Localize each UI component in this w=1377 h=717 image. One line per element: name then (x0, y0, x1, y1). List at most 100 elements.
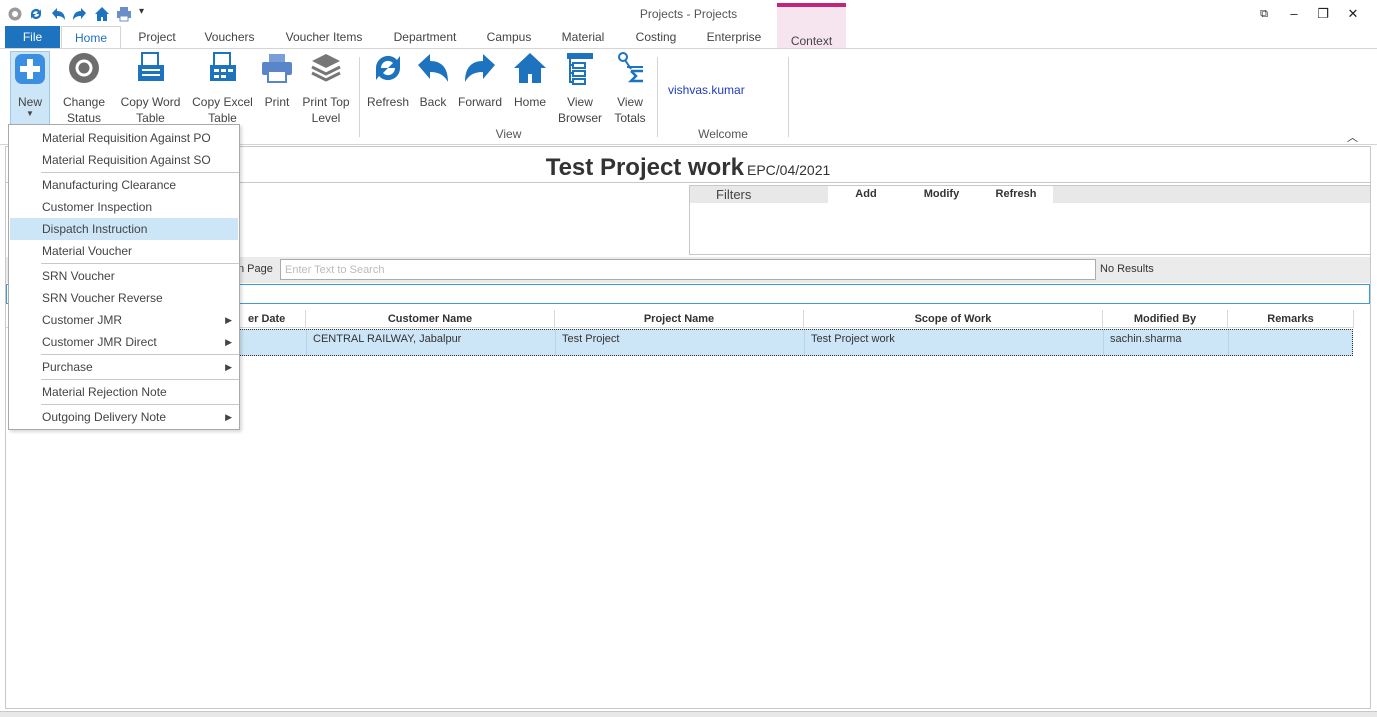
copy-excel-table-label: Copy Excel Table (192, 95, 253, 125)
ribbon-group-view-label: View (495, 127, 522, 141)
filter-modify-button[interactable]: Modify (904, 186, 979, 203)
menu-item-manufacturing-clearance[interactable]: Manufacturing Clearance (10, 174, 238, 196)
view-totals-button[interactable]: View Totals (609, 51, 651, 126)
print-top-level-button[interactable]: Print Top Level (299, 51, 353, 126)
horizontal-scrollbar[interactable] (0, 711, 1377, 717)
ribbon-separator (657, 57, 658, 137)
refresh-button[interactable]: Refresh (366, 51, 410, 110)
search-status: No Results (1100, 263, 1154, 275)
search-label: n Page (238, 263, 273, 275)
view-browser-label: View Browser (557, 95, 602, 125)
tab-material[interactable]: Material (550, 26, 616, 49)
submenu-arrow-icon: ▶ (225, 337, 232, 347)
copy-excel-icon (209, 52, 236, 81)
copy-excel-table-button[interactable]: Copy Excel Table (190, 51, 255, 126)
column-header-customer-name[interactable]: Customer Name (306, 310, 555, 328)
search-input[interactable] (280, 259, 1096, 280)
new-label: New (17, 95, 42, 109)
menu-item-customer-inspection[interactable]: Customer Inspection (10, 196, 238, 218)
menu-item-srn-voucher-reverse[interactable]: SRN Voucher Reverse (10, 287, 238, 309)
home-button[interactable]: Home (510, 51, 550, 110)
minimize-button[interactable]: – (1281, 4, 1307, 24)
menu-item-dispatch-instruction[interactable]: Dispatch Instruction (10, 218, 238, 240)
tab-enterprise[interactable]: Enterprise (696, 26, 772, 49)
menu-item-material-rejection-note[interactable]: Material Rejection Note (10, 381, 238, 403)
menu-item-material-voucher[interactable]: Material Voucher (10, 240, 238, 262)
column-header-project-name[interactable]: Project Name (555, 310, 804, 328)
cell-scope-of-work: Test Project work (811, 333, 895, 345)
new-dropdown-icon: ▼ (26, 109, 34, 118)
tab-context[interactable]: Context (777, 3, 846, 49)
menu-separator (41, 172, 239, 173)
filters-label: Filters (716, 187, 752, 202)
filters-header: Filters Add Modify Refresh (690, 186, 1370, 203)
copy-word-icon (137, 52, 164, 81)
ribbon-group-welcome-label: Welcome (698, 127, 748, 141)
cell-project-name: Test Project (562, 333, 620, 345)
view-browser-button[interactable]: View Browser (556, 51, 604, 126)
menu-separator (41, 263, 239, 264)
home-icon (514, 53, 546, 83)
menu-separator (41, 404, 239, 405)
back-button[interactable]: Back (415, 51, 451, 110)
tab-costing[interactable]: Costing (624, 26, 688, 49)
submenu-arrow-icon: ▶ (225, 412, 232, 422)
refresh-icon (375, 55, 401, 81)
cell-divider (804, 330, 805, 355)
view-totals-label: View Totals (614, 95, 646, 125)
menu-item-purchase[interactable]: Purchase ▶ (10, 356, 238, 378)
tab-project[interactable]: Project (126, 26, 188, 49)
printer-icon (262, 54, 292, 83)
tab-voucher-items[interactable]: Voucher Items (275, 26, 373, 49)
back-label: Back (419, 95, 447, 109)
back-arrow-icon (418, 54, 448, 82)
cell-customer-name: CENTRAL RAILWAY, Jabalpur (313, 333, 462, 345)
filter-add-button[interactable]: Add (828, 186, 904, 203)
new-dropdown-menu: Material Requisition Against PO Material… (8, 124, 240, 430)
collapse-ribbon-icon[interactable]: ︿ (1347, 129, 1358, 145)
project-code: EPC/04/2021 (746, 162, 831, 178)
cell-divider (306, 330, 307, 355)
menu-item-customer-jmr-direct[interactable]: Customer JMR Direct ▶ (10, 331, 238, 353)
menu-item-customer-jmr[interactable]: Customer JMR ▶ (10, 309, 238, 331)
menu-item-outgoing-delivery-note[interactable]: Outgoing Delivery Note ▶ (10, 406, 238, 428)
copy-word-table-label: Copy Word Table (120, 95, 181, 125)
menu-item-srn-voucher[interactable]: SRN Voucher (10, 265, 238, 287)
submenu-arrow-icon: ▶ (225, 315, 232, 325)
cell-divider (1103, 330, 1104, 355)
forward-button[interactable]: Forward (455, 51, 505, 110)
change-status-label: Change Status (62, 95, 106, 125)
ribbon-tab-bar: File Home Project Vouchers Voucher Items… (0, 3, 1377, 50)
title-bar: ▾ Projects - Projects ⧉ – ❐ ✕ (0, 0, 1377, 28)
column-header-remarks[interactable]: Remarks (1228, 310, 1354, 328)
submenu-arrow-icon: ▶ (225, 362, 232, 372)
cell-divider (555, 330, 556, 355)
status-icon (69, 53, 99, 83)
tab-department[interactable]: Department (380, 26, 470, 49)
column-header-scope-of-work[interactable]: Scope of Work (804, 310, 1103, 328)
copy-word-table-button[interactable]: Copy Word Table (118, 51, 183, 126)
forward-label: Forward (457, 95, 502, 109)
menu-item-material-requisition-so[interactable]: Material Requisition Against SO (10, 149, 238, 171)
tab-home[interactable]: Home (61, 26, 121, 50)
menu-item-material-requisition-po[interactable]: Material Requisition Against PO (10, 127, 238, 149)
close-button[interactable]: ✕ (1340, 4, 1366, 24)
tab-file[interactable]: File (5, 26, 60, 49)
restore-button[interactable]: ❐ (1310, 4, 1336, 24)
new-button[interactable]: New ▼ (10, 51, 50, 126)
print-button[interactable]: Print (259, 51, 295, 110)
tab-vouchers[interactable]: Vouchers (192, 26, 267, 49)
tab-campus[interactable]: Campus (478, 26, 540, 49)
change-status-button[interactable]: Change Status (59, 51, 109, 126)
ribbon-display-icon[interactable]: ⧉ (1251, 4, 1277, 24)
filter-refresh-button[interactable]: Refresh (979, 186, 1053, 203)
forward-arrow-icon (465, 54, 495, 82)
home-label: Home (513, 95, 546, 109)
tree-icon (567, 53, 593, 85)
window-title: Projects - Projects (639, 7, 738, 21)
column-header-modified-by[interactable]: Modified By (1103, 310, 1228, 328)
print-top-level-label: Print Top Level (302, 95, 350, 125)
print-label: Print (264, 95, 290, 109)
filters-panel: Filters Add Modify Refresh (689, 185, 1371, 255)
layers-icon (311, 54, 341, 82)
